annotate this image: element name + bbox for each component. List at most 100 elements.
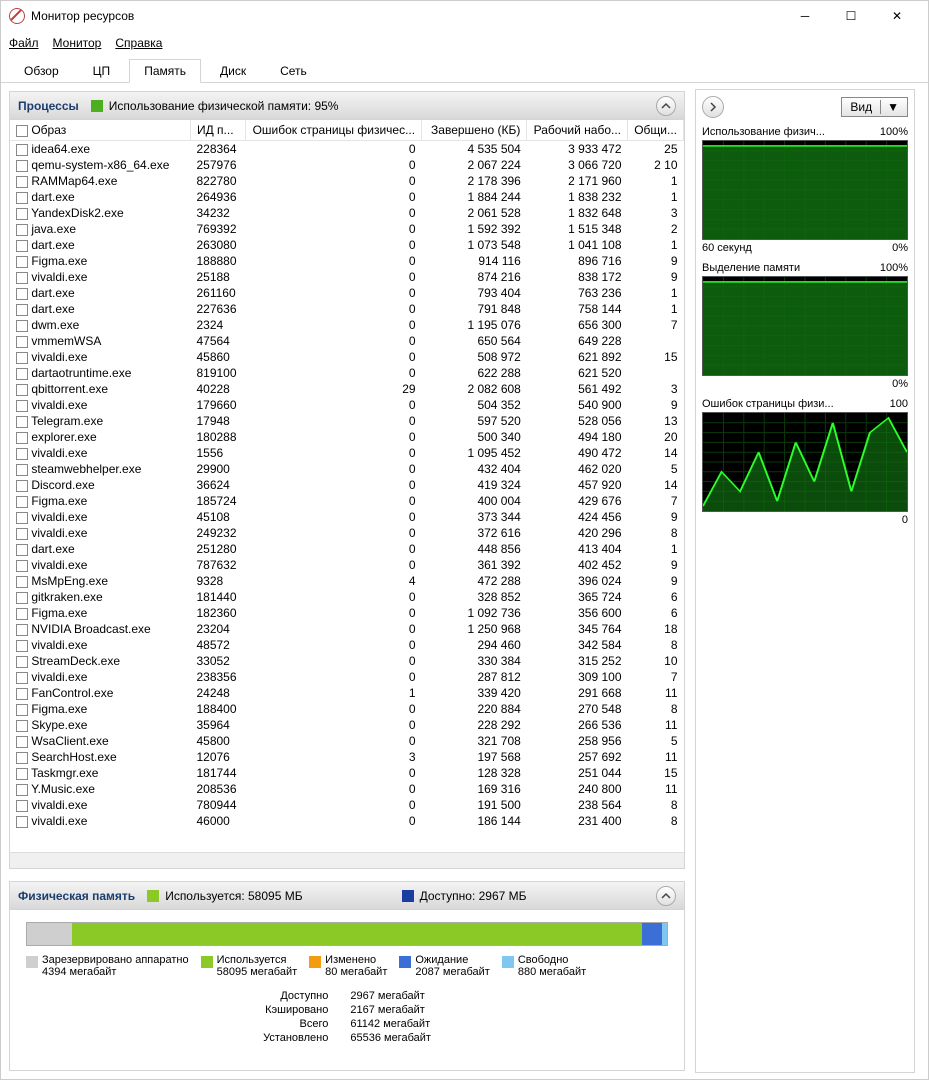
table-row[interactable]: vivaldi.exe155601 095 452490 47214 — [10, 445, 684, 461]
table-row[interactable]: dart.exe26493601 884 2441 838 2321 — [10, 189, 684, 205]
row-checkbox[interactable] — [16, 592, 28, 604]
horizontal-scrollbar[interactable] — [10, 852, 684, 868]
row-checkbox[interactable] — [16, 800, 28, 812]
table-row[interactable]: Figma.exe1857240400 004429 6767 — [10, 493, 684, 509]
table-row[interactable]: java.exe76939201 592 3921 515 3482 — [10, 221, 684, 237]
row-checkbox[interactable] — [16, 432, 28, 444]
tab-network[interactable]: Сеть — [265, 59, 322, 83]
menu-help[interactable]: Справка — [115, 36, 162, 50]
row-checkbox[interactable] — [16, 560, 28, 572]
row-checkbox[interactable] — [16, 736, 28, 748]
row-checkbox[interactable] — [16, 304, 28, 316]
row-checkbox[interactable] — [16, 240, 28, 252]
row-checkbox[interactable] — [16, 336, 28, 348]
row-checkbox[interactable] — [16, 176, 28, 188]
row-checkbox[interactable] — [16, 496, 28, 508]
table-row[interactable]: RAMMap64.exe82278002 178 3962 171 9601 — [10, 173, 684, 189]
row-checkbox[interactable] — [16, 576, 28, 588]
close-button[interactable]: ✕ — [874, 1, 920, 31]
table-row[interactable]: Telegram.exe179480597 520528 05613 — [10, 413, 684, 429]
table-row[interactable]: dwm.exe232401 195 076656 3007 — [10, 317, 684, 333]
row-checkbox[interactable] — [16, 272, 28, 284]
table-row[interactable]: vivaldi.exe451080373 344424 4569 — [10, 509, 684, 525]
row-checkbox[interactable] — [16, 320, 28, 332]
table-row[interactable]: Figma.exe1884000220 884270 5488 — [10, 701, 684, 717]
table-row[interactable]: Taskmgr.exe1817440128 328251 04415 — [10, 765, 684, 781]
row-checkbox[interactable] — [16, 480, 28, 492]
tab-memory[interactable]: Память — [129, 59, 201, 83]
view-dropdown[interactable]: Вид▼ — [841, 97, 908, 117]
table-row[interactable]: dart.exe26308001 073 5481 041 1081 — [10, 237, 684, 253]
row-checkbox[interactable] — [16, 672, 28, 684]
row-checkbox[interactable] — [16, 256, 28, 268]
graphs-nav-button[interactable] — [702, 96, 724, 118]
row-checkbox[interactable] — [16, 608, 28, 620]
row-checkbox[interactable] — [16, 400, 28, 412]
table-row[interactable]: qemu-system-x86_64.exe25797602 067 2243 … — [10, 157, 684, 173]
table-row[interactable]: steamwebhelper.exe299000432 404462 0205 — [10, 461, 684, 477]
table-row[interactable]: FanControl.exe242481339 420291 66811 — [10, 685, 684, 701]
row-checkbox[interactable] — [16, 224, 28, 236]
row-checkbox[interactable] — [16, 192, 28, 204]
table-row[interactable]: vivaldi.exe251880874 216838 1729 — [10, 269, 684, 285]
row-checkbox[interactable] — [16, 416, 28, 428]
table-row[interactable]: SearchHost.exe120763197 568257 69211 — [10, 749, 684, 765]
table-row[interactable]: Discord.exe366240419 324457 92014 — [10, 477, 684, 493]
row-checkbox[interactable] — [16, 160, 28, 172]
row-checkbox[interactable] — [16, 768, 28, 780]
table-row[interactable]: qbittorrent.exe40228292 082 608561 4923 — [10, 381, 684, 397]
processes-table[interactable]: Образ ИД п... Ошибок страницы физичес...… — [10, 120, 684, 829]
maximize-button[interactable]: ☐ — [828, 1, 874, 31]
row-checkbox[interactable] — [16, 544, 28, 556]
table-row[interactable]: dart.exe2276360791 848758 1441 — [10, 301, 684, 317]
table-row[interactable]: StreamDeck.exe330520330 384315 25210 — [10, 653, 684, 669]
row-checkbox[interactable] — [16, 656, 28, 668]
row-checkbox[interactable] — [16, 368, 28, 380]
row-checkbox[interactable] — [16, 784, 28, 796]
collapse-physmem-button[interactable] — [656, 886, 676, 906]
row-checkbox[interactable] — [16, 464, 28, 476]
row-checkbox[interactable] — [16, 208, 28, 220]
minimize-button[interactable]: ─ — [782, 1, 828, 31]
tab-disk[interactable]: Диск — [205, 59, 261, 83]
tab-cpu[interactable]: ЦП — [78, 59, 126, 83]
menu-monitor[interactable]: Монитор — [53, 36, 102, 50]
row-checkbox[interactable] — [16, 704, 28, 716]
table-row[interactable]: Figma.exe18236001 092 736356 6006 — [10, 605, 684, 621]
table-row[interactable]: dart.exe2611600793 404763 2361 — [10, 285, 684, 301]
table-row[interactable]: vivaldi.exe1796600504 352540 9009 — [10, 397, 684, 413]
table-row[interactable]: vivaldi.exe460000186 144231 4008 — [10, 813, 684, 829]
table-row[interactable]: vivaldi.exe2383560287 812309 1007 — [10, 669, 684, 685]
table-row[interactable]: Skype.exe359640228 292266 53611 — [10, 717, 684, 733]
table-row[interactable]: dartaotruntime.exe8191000622 288621 520 — [10, 365, 684, 381]
table-row[interactable]: Figma.exe1888800914 116896 7169 — [10, 253, 684, 269]
row-checkbox[interactable] — [16, 512, 28, 524]
select-all-checkbox[interactable] — [16, 125, 28, 137]
table-row[interactable]: YandexDisk2.exe3423202 061 5281 832 6483 — [10, 205, 684, 221]
table-row[interactable]: vivaldi.exe7876320361 392402 4529 — [10, 557, 684, 573]
table-row[interactable]: vmmemWSA475640650 564649 228 — [10, 333, 684, 349]
row-checkbox[interactable] — [16, 688, 28, 700]
table-row[interactable]: vivaldi.exe485720294 460342 5848 — [10, 637, 684, 653]
table-row[interactable]: MsMpEng.exe93284472 288396 0249 — [10, 573, 684, 589]
table-row[interactable]: WsaClient.exe458000321 708258 9565 — [10, 733, 684, 749]
table-row[interactable]: Y.Music.exe2085360169 316240 80011 — [10, 781, 684, 797]
table-row[interactable]: vivaldi.exe2492320372 616420 2968 — [10, 525, 684, 541]
row-checkbox[interactable] — [16, 720, 28, 732]
row-checkbox[interactable] — [16, 144, 28, 156]
table-row[interactable]: gitkraken.exe1814400328 852365 7246 — [10, 589, 684, 605]
row-checkbox[interactable] — [16, 384, 28, 396]
table-row[interactable]: NVIDIA Broadcast.exe2320401 250 968345 7… — [10, 621, 684, 637]
row-checkbox[interactable] — [16, 640, 28, 652]
row-checkbox[interactable] — [16, 352, 28, 364]
row-checkbox[interactable] — [16, 528, 28, 540]
table-row[interactable]: explorer.exe1802880500 340494 18020 — [10, 429, 684, 445]
menu-file[interactable]: Файл — [9, 36, 39, 50]
row-checkbox[interactable] — [16, 448, 28, 460]
row-checkbox[interactable] — [16, 752, 28, 764]
row-checkbox[interactable] — [16, 816, 28, 828]
table-row[interactable]: vivaldi.exe7809440191 500238 5648 — [10, 797, 684, 813]
tab-overview[interactable]: Обзор — [9, 59, 74, 83]
collapse-processes-button[interactable] — [656, 96, 676, 116]
table-row[interactable]: vivaldi.exe458600508 972621 89215 — [10, 349, 684, 365]
